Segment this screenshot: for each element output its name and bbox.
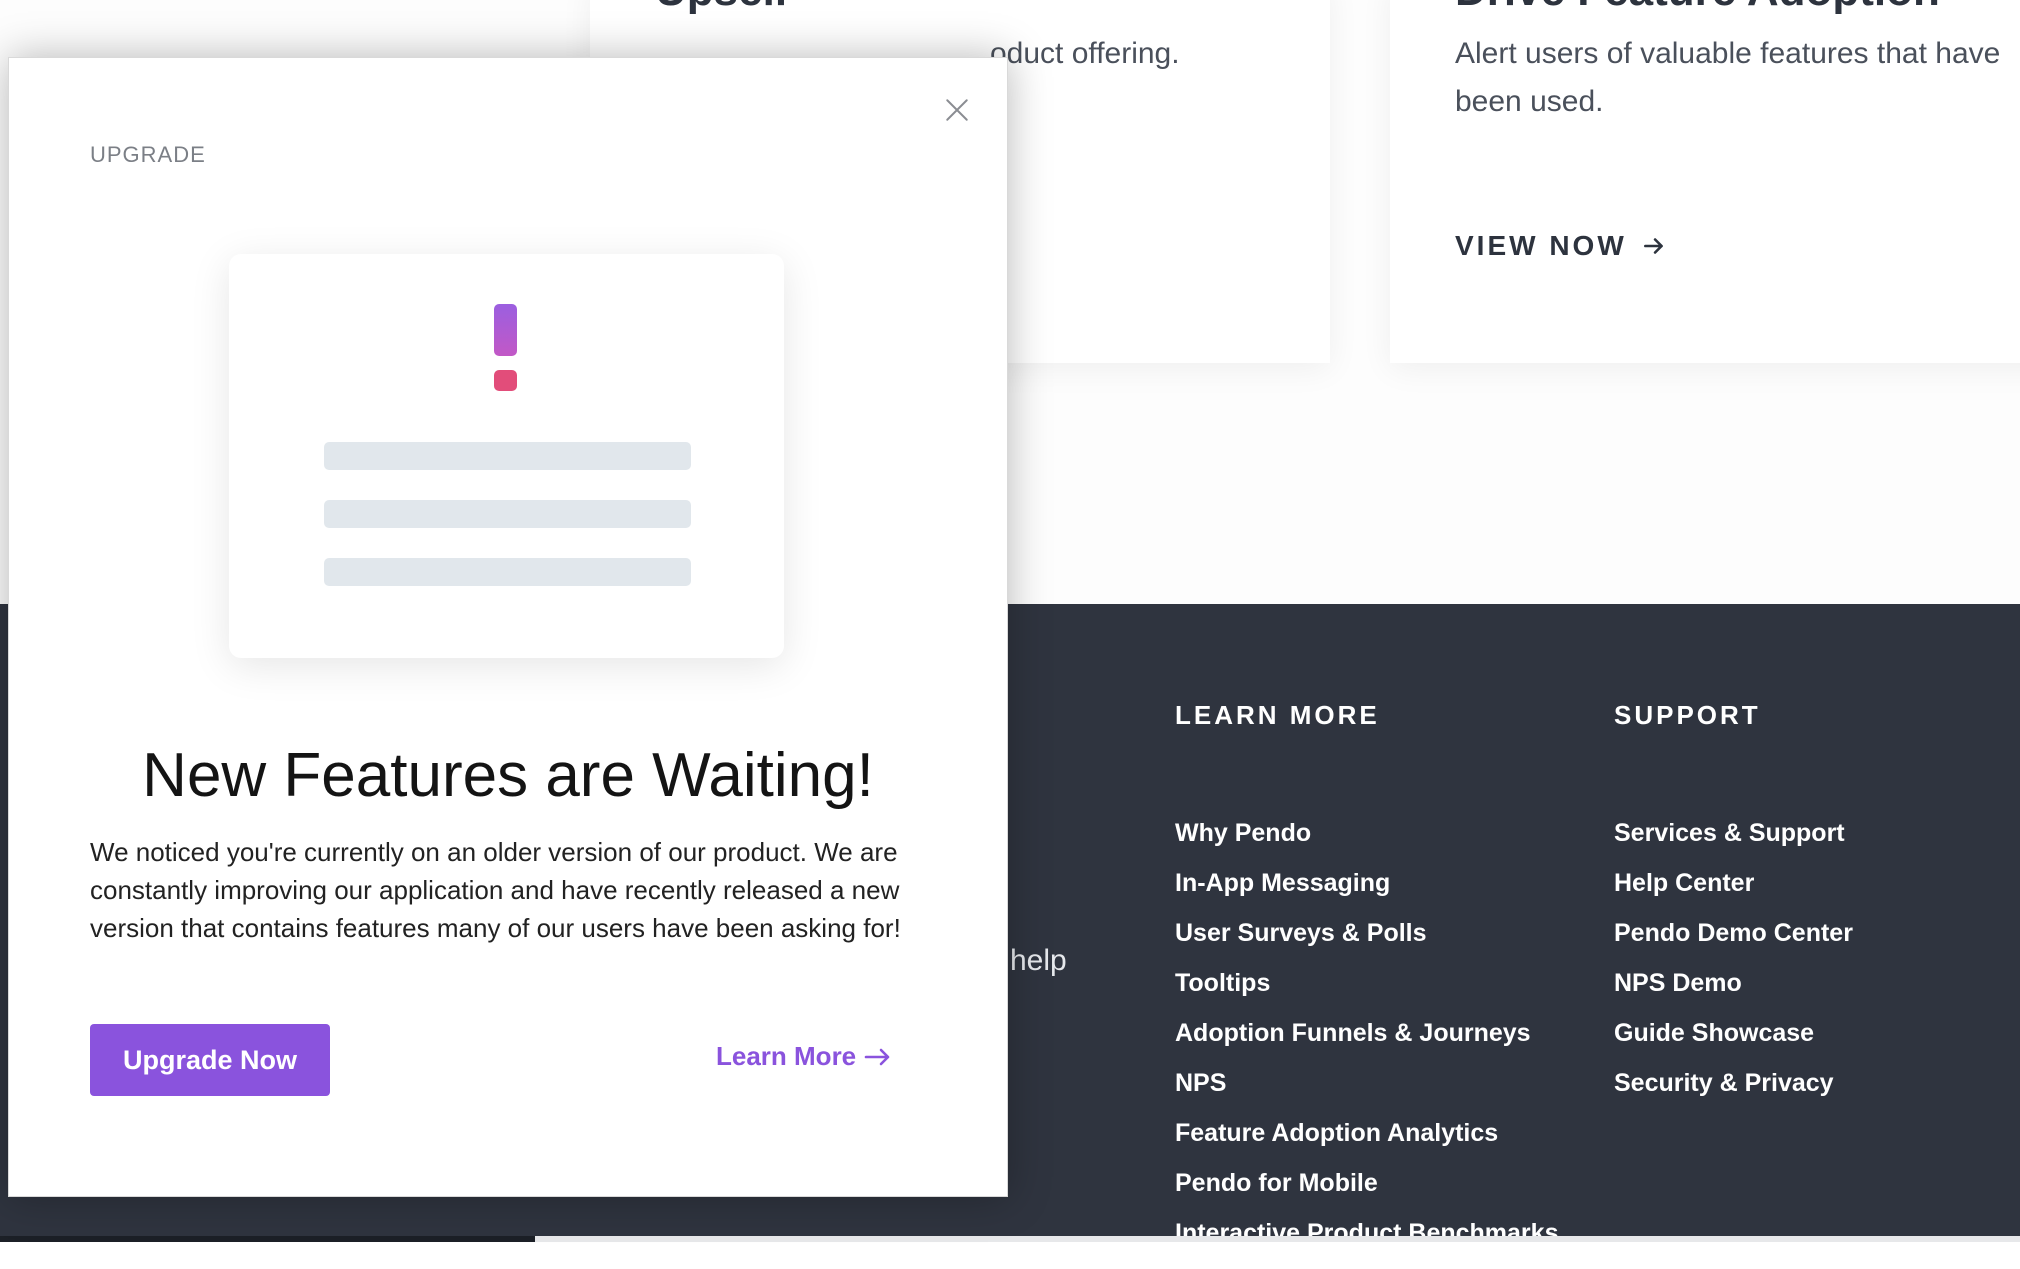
card-description: Alert users of valuable features that ha… [1455,37,2001,118]
footer-link[interactable]: Adoption Funnels & Journeys [1175,1019,1558,1069]
footer-link[interactable]: Interactive Product Benchmarks [1175,1219,1558,1269]
feature-adoption-card: Drive Feature Adoption Alert users of va… [1390,0,2020,363]
arrow-right-icon [1643,238,1663,254]
upgrade-modal: UPGRADE New Features are Waiting! We not… [8,57,1008,1197]
modal-title: New Features are Waiting! [142,741,874,810]
footer-link[interactable]: User Surveys & Polls [1175,919,1558,969]
exclamation-dot [494,370,517,391]
footer-link[interactable]: Feature Adoption Analytics [1175,1119,1558,1169]
footer-heading: SUPPORT [1614,700,1761,730]
footer-link[interactable]: Security & Privacy [1614,1069,1853,1119]
footer-column-learn-more: LEARN MORE Why Pendo In-App Messaging Us… [1175,700,1558,1269]
arrow-right-icon [864,1048,890,1065]
footer-link-list: Services & Support Help Center Pendo Dem… [1614,819,1853,1119]
modal-eyebrow: UPGRADE [90,142,206,167]
exclamation-icon [494,304,517,356]
footer-heading: LEARN MORE [1175,700,1380,730]
footer-link[interactable]: NPS Demo [1614,969,1853,1019]
modal-body: We noticed you're currently on an older … [90,837,901,943]
footer-link[interactable]: Guide Showcase [1614,1019,1853,1069]
footer-link[interactable]: NPS [1175,1069,1558,1119]
card-title: Upsell [655,0,787,16]
footer-link-list: Why Pendo In-App Messaging User Surveys … [1175,819,1558,1269]
notification-illustration [229,254,784,658]
close-icon [946,99,968,121]
placeholder-line [324,442,691,470]
placeholder-line [324,558,691,586]
footer-column-support: SUPPORT Services & Support Help Center P… [1614,700,1853,1119]
bottom-strip [0,1236,2020,1242]
learn-more-label: Learn More [716,1041,857,1071]
footer-text-fragment: help [1010,944,1067,977]
footer-link[interactable]: Help Center [1614,869,1853,919]
footer-link[interactable]: Why Pendo [1175,819,1558,869]
footer-link[interactable]: Pendo Demo Center [1614,919,1853,969]
card-description: oduct offering. [990,37,1180,70]
view-now-link[interactable]: VIEW NOW [1455,230,1667,262]
footer-link[interactable]: Pendo for Mobile [1175,1169,1558,1219]
footer-link[interactable]: In-App Messaging [1175,869,1558,919]
upgrade-now-button[interactable]: Upgrade Now [90,1024,330,1096]
close-button[interactable] [937,90,977,130]
view-now-label: VIEW NOW [1455,230,1627,261]
card-title: Drive Feature Adoption [1455,0,1940,16]
bottom-strip-light [535,1236,2020,1242]
placeholder-line [324,500,691,528]
footer-link[interactable]: Services & Support [1614,819,1853,869]
learn-more-link[interactable]: Learn More [716,1041,892,1072]
footer-link[interactable]: Tooltips [1175,969,1558,1019]
